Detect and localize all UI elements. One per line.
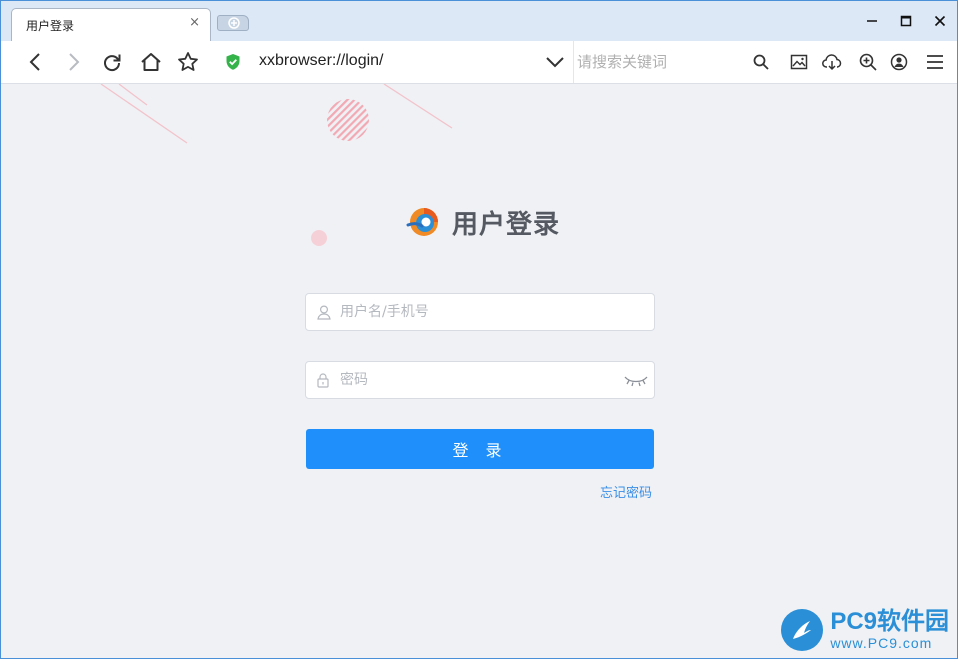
password-field[interactable] bbox=[305, 361, 655, 399]
maximize-icon bbox=[900, 15, 912, 27]
star-icon bbox=[178, 52, 198, 71]
browser-toolbar: xxbrowser://login/ bbox=[1, 41, 957, 84]
watermark-sub: www.PC9.com bbox=[830, 635, 933, 651]
reload-icon bbox=[104, 54, 121, 72]
login-page: 用户登录 登 录 忘记密码 PC9软件园 www.PC9.com bbox=[1, 84, 957, 658]
user-circle-icon bbox=[890, 53, 908, 71]
window-controls bbox=[855, 1, 957, 41]
lock-icon bbox=[317, 373, 329, 388]
tab-login[interactable]: 用户登录 × bbox=[11, 8, 211, 41]
back-icon bbox=[29, 53, 40, 71]
forward-button[interactable] bbox=[60, 49, 86, 75]
minimize-icon bbox=[867, 20, 877, 22]
cloud-download-icon bbox=[822, 54, 842, 71]
url-text[interactable]: xxbrowser://login/ bbox=[259, 52, 384, 70]
tab-title: 用户登录 bbox=[26, 19, 75, 33]
watermark-logo-icon bbox=[781, 609, 824, 651]
user-icon bbox=[317, 305, 331, 320]
search-button[interactable] bbox=[748, 49, 774, 75]
watermark-text: PC9软件园 www.PC9.com bbox=[830, 608, 949, 651]
watermark-main: PC9软件园 bbox=[830, 608, 949, 635]
login-submit-button[interactable]: 登 录 bbox=[306, 429, 654, 469]
login-title: 用户登录 bbox=[452, 209, 561, 240]
zoom-in-icon bbox=[859, 53, 877, 71]
secure-shield-icon bbox=[226, 54, 240, 70]
forward-icon bbox=[69, 53, 80, 71]
address-bar[interactable]: xxbrowser://login/ bbox=[215, 41, 572, 83]
forgot-password-link[interactable]: 忘记密码 bbox=[600, 482, 652, 501]
logo-icon bbox=[406, 208, 438, 236]
screenshot-button[interactable] bbox=[786, 49, 812, 75]
tab-strip: 用户登录 × bbox=[1, 1, 957, 41]
username-field[interactable] bbox=[305, 293, 655, 331]
account-button[interactable] bbox=[886, 49, 912, 75]
favorite-button[interactable] bbox=[175, 49, 201, 75]
search-icon bbox=[753, 54, 769, 70]
menu-button[interactable] bbox=[922, 49, 948, 75]
watermark: PC9软件园 www.PC9.com bbox=[780, 608, 949, 652]
back-button[interactable] bbox=[23, 49, 49, 75]
address-dropdown-button[interactable] bbox=[542, 49, 568, 75]
password-input[interactable] bbox=[340, 369, 610, 391]
username-input[interactable] bbox=[340, 301, 610, 323]
download-button[interactable] bbox=[819, 49, 845, 75]
search-box[interactable] bbox=[573, 41, 778, 83]
close-window-button[interactable] bbox=[923, 1, 957, 41]
chevron-down-icon bbox=[546, 57, 564, 68]
hamburger-menu-icon bbox=[927, 55, 943, 69]
browser-window: 用户登录 × xxbrowser://login/ 请搜索关键词 用户登录 用户… bbox=[0, 0, 958, 659]
login-header: 用户登录 bbox=[406, 204, 560, 240]
search-input[interactable] bbox=[577, 50, 742, 74]
minimize-button[interactable] bbox=[855, 1, 889, 41]
home-icon bbox=[141, 53, 161, 71]
zoom-button[interactable] bbox=[855, 49, 881, 75]
background-decoration bbox=[100, 84, 453, 246]
reload-button[interactable] bbox=[99, 49, 125, 75]
home-button[interactable] bbox=[138, 49, 164, 75]
plus-icon bbox=[228, 17, 240, 29]
tab-close-button[interactable]: × bbox=[189, 15, 200, 31]
new-tab-button[interactable] bbox=[217, 15, 249, 31]
eye-closed-icon[interactable] bbox=[624, 374, 648, 388]
maximize-button[interactable] bbox=[889, 1, 923, 41]
close-icon bbox=[934, 15, 946, 27]
image-icon bbox=[790, 54, 808, 70]
